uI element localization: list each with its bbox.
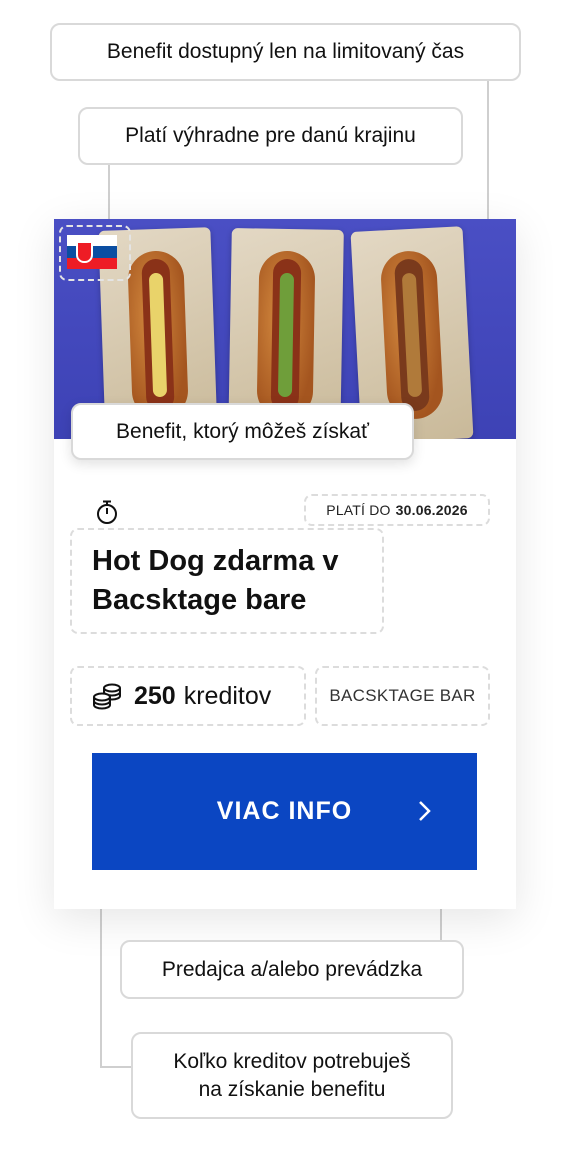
- callout-limited-time-text: Benefit dostupný len na limitovaný čas: [106, 40, 465, 64]
- callout-benefit-text: Benefit, ktorý môžeš získať: [116, 419, 369, 443]
- more-info-label: VIAC INFO: [216, 797, 353, 825]
- coins-icon: [93, 683, 121, 710]
- callout-credits-line1: Koľko kreditov potrebuješ: [173, 1050, 411, 1074]
- country-flag-highlight: [59, 225, 131, 281]
- valid-until-label: PLATÍ DO: [326, 502, 391, 518]
- benefit-card[interactable]: PLATÍ DO 30.06.2026 Hot Dog zdarma v Bac…: [54, 219, 516, 909]
- stopwatch-icon: [97, 500, 117, 524]
- connector-country: [108, 164, 110, 226]
- callout-country-only: Platí výhradne pre danú krajinu: [78, 107, 463, 165]
- connector-credits-h: [100, 1066, 134, 1068]
- callout-limited-time: Benefit dostupný len na limitovaný čas: [50, 23, 521, 81]
- chevron-right-icon: [419, 801, 431, 821]
- slovakia-flag-icon: [67, 235, 117, 269]
- callout-merchant: Predajca a/alebo prevádzka: [120, 940, 464, 999]
- callout-benefit: Benefit, ktorý môžeš získať: [71, 403, 414, 460]
- credits-unit: kreditov: [183, 681, 272, 710]
- benefit-title: Hot Dog zdarma v Bacsktage bare: [70, 528, 384, 634]
- credits-value: 250: [134, 681, 176, 710]
- callout-merchant-text: Predajca a/alebo prevádzka: [161, 957, 423, 981]
- valid-until-badge: PLATÍ DO 30.06.2026: [304, 494, 490, 526]
- callout-country-only-text: Platí výhradne pre danú krajinu: [125, 124, 416, 148]
- more-info-button[interactable]: VIAC INFO: [92, 753, 477, 870]
- merchant-name: BACSKTAGE BAR: [315, 666, 490, 726]
- callout-credits: Koľko kreditov potrebuješ na získanie be…: [131, 1032, 453, 1119]
- callout-credits-line2: na získanie benefitu: [198, 1077, 386, 1101]
- credits-cost: 250 kreditov: [70, 666, 306, 726]
- valid-until-date: 30.06.2026: [395, 502, 468, 518]
